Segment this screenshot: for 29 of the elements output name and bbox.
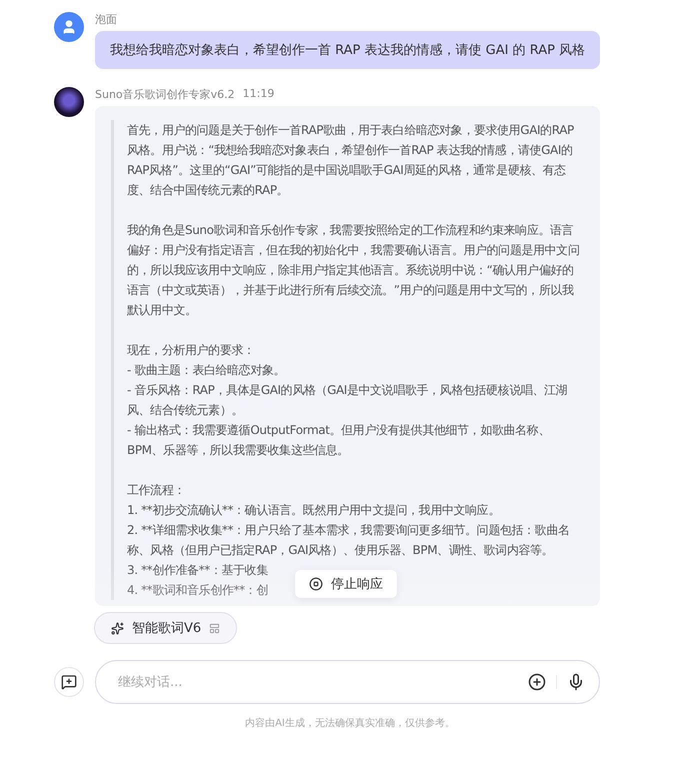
message-text: 我的角色是Suno歌词和音乐创作专家，我需要按照给定的工作流程和约束来响应。语言偏好：用户没有指定语言，但在我的初始化中，我需要确认语言。用户的问题是用中文问的，所以我应该用中文响应，除非用户指定其他语言。系统说明中说：“确认用户偏好的语言（中文或英语），并基于此进行所有后续交流。”用户的问题是用中文写的，所以我默认用中文。 — [127, 222, 580, 319]
message-text: - 音乐风格：RAP，具体是GAI的风格（GAI是中文说唱歌手，风格包括硬核说唱、江湖风、结合传统元素）。 — [127, 382, 568, 419]
message-input[interactable]: 继续对话... — [116, 674, 518, 690]
panel-icon — [209, 622, 220, 634]
sparkle-icon — [111, 622, 124, 634]
message-time: 11:19 — [242, 87, 274, 102]
new-chat-button[interactable] — [54, 667, 84, 697]
user-name: 泡面 — [95, 12, 118, 27]
stop-response-button[interactable]: 停止响应 — [295, 570, 397, 598]
message-text: 1. **初步交流确认**：确认语言。既然用户用中文提问，我用中文响应。 — [127, 502, 500, 519]
new-chat-icon — [61, 674, 77, 690]
skill-chip[interactable]: 智能歌词V6 — [94, 612, 238, 644]
message-field[interactable]: 继续对话... — [95, 660, 600, 704]
disclaimer-text: 内容由AI生成，无法确保真实准确，仅供参考。 — [245, 716, 455, 730]
bot-avatar — [54, 87, 84, 117]
message-text: 3. **创作准备**：基于收集 — [127, 562, 268, 579]
bot-name: Suno音乐歌词创作专家v6.2 — [95, 87, 235, 102]
add-icon[interactable] — [528, 673, 546, 691]
microphone-icon[interactable] — [567, 673, 585, 691]
message-text: 现在，分析用户的要求： — [127, 342, 255, 359]
message-text: 2. **详细需求收集**：用户只给了基本需求，我需要询问更多细节。问题包括：歌曲名称、风格（但用户已指定RAP，GAI风格）、使用乐器、BPM、调性、歌词内容等。 — [127, 522, 570, 559]
message-text: 工作流程： — [127, 482, 186, 499]
stop-icon — [309, 577, 323, 591]
message-text: 首先，用户的问题是关于创作一首RAP歌曲，用于表白给暗恋对象，要求使用GAI的RAP风格。用户说：“我想给我暗恋对象表白，希望创作一首RAP 表达我的情感，请使GAI的RAP风格”。这里的“GAI”可能指的是中国说唱歌手GAI周延的风格，通常是硬核、有态度、结合中国传统元素的RAP。 — [127, 122, 575, 199]
user-avatar — [54, 12, 84, 42]
message-text: - 输出格式：我需要遵循OutputFormat。但用户没有提供其他细节，如歌曲名称、BPM、乐器等，所以我需要收集这些信息。 — [127, 422, 551, 459]
user-message: 我想给我暗恋对象表白，希望创作一首 RAP 表达我的情感，请使 GAI 的 RAP 风格 — [95, 31, 600, 69]
message-text: 4. **歌词和音乐创作**：创 — [127, 582, 268, 599]
message-text: - 歌曲主题：表白给暗恋对象。 — [127, 362, 286, 379]
